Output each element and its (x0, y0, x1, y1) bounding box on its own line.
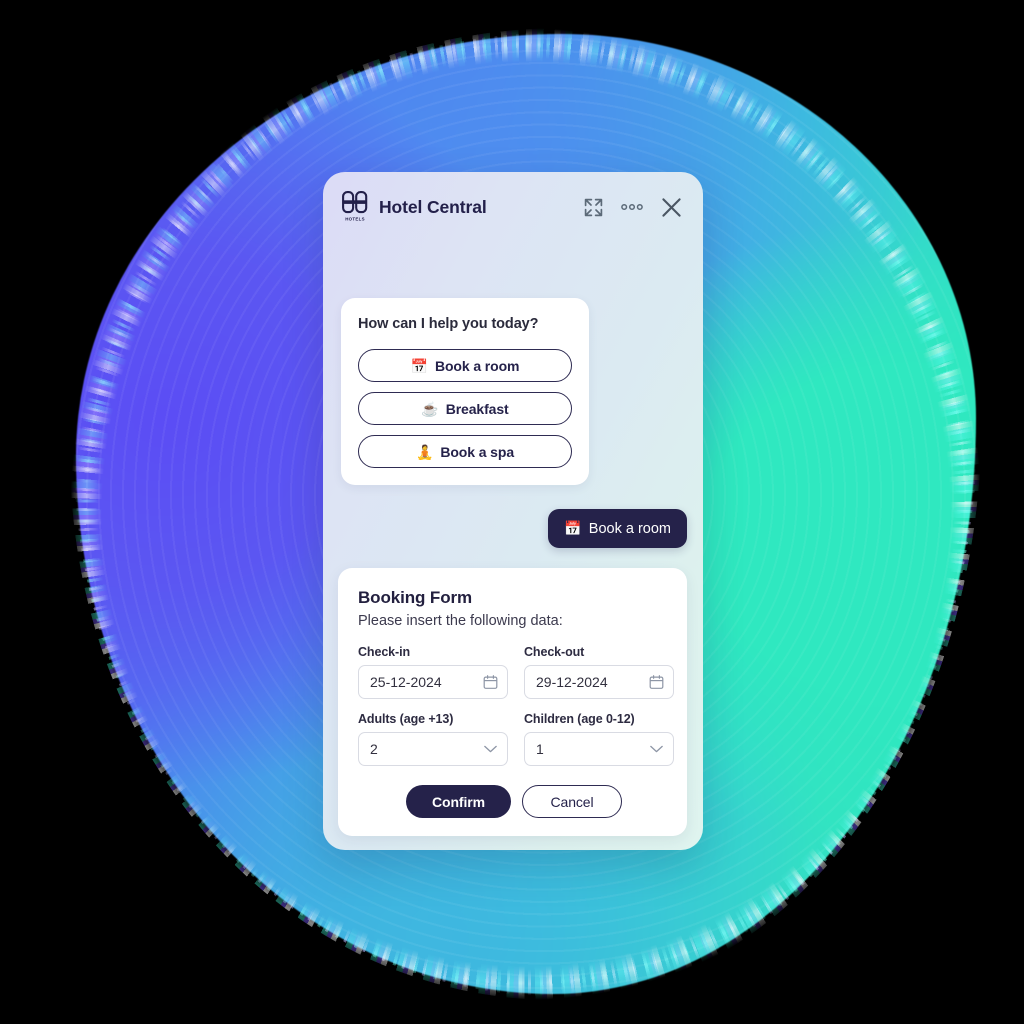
suggestion-chip-label: Breakfast (445, 400, 509, 417)
bot-suggestion-card: How can I help you today? 📅 Book a room … (341, 298, 589, 485)
field-label-check-in: Check-in (358, 645, 410, 659)
confirm-button[interactable]: Confirm (406, 785, 511, 818)
expand-icon[interactable] (583, 197, 604, 218)
booking-form-title: Booking Form (358, 588, 473, 607)
check-out-value: 29-12-2024 (536, 674, 608, 690)
check-in-date-input[interactable]: 25-12-2024 (358, 665, 508, 699)
check-out-date-input[interactable]: 29-12-2024 (524, 665, 674, 699)
booking-form-subtitle: Please insert the following data: (358, 613, 563, 629)
booking-form-fields: Check-in 25-12-2024 Check-out 29-12-2024… (358, 645, 674, 766)
suggestion-chip-book-a-spa[interactable]: 🧘 Book a spa (358, 435, 572, 468)
suggestion-chip-breakfast[interactable]: ☕ Breakfast (358, 392, 572, 425)
check-in-value: 25-12-2024 (370, 674, 442, 690)
more-options-icon[interactable] (621, 203, 643, 211)
chevron-down-icon[interactable] (483, 744, 498, 754)
lotus-position-emoji: 🧘 (415, 443, 434, 460)
field-check-out: Check-out 29-12-2024 (524, 645, 674, 699)
user-message-bubble: 📅 Book a room (548, 509, 687, 548)
svg-text:HOTELS: HOTELS (345, 216, 365, 221)
children-select[interactable]: 1 (524, 732, 674, 766)
suggestion-chip-label: Book a spa (440, 443, 515, 460)
field-label-adults: Adults (age +13) (358, 712, 454, 726)
calendar-icon[interactable] (483, 675, 498, 690)
booking-form-card: Booking Form Please insert the following… (338, 568, 687, 836)
brand-name: Hotel Central (379, 196, 487, 217)
suggestion-chip-book-a-room[interactable]: 📅 Book a room (358, 349, 572, 382)
field-label-children: Children (age 0-12) (524, 712, 635, 726)
brand: HOTELS Hotel Central (342, 191, 487, 223)
bot-card-title: How can I help you today? (358, 316, 539, 332)
adults-select[interactable]: 2 (358, 732, 508, 766)
field-check-in: Check-in 25-12-2024 (358, 645, 508, 699)
screenshot-canvas: HOTELS Hotel Central How can I help you … (0, 0, 1024, 1024)
cancel-button[interactable]: Cancel (522, 785, 622, 818)
user-message-text: Book a room (588, 520, 671, 537)
header-actions (583, 196, 683, 219)
field-children: Children (age 0-12) 1 (524, 712, 674, 766)
hotel-logo-icon: HOTELS (342, 191, 368, 221)
coffee-emoji: ☕ (421, 400, 439, 417)
field-adults: Adults (age +13) 2 (358, 712, 508, 766)
widget-header: HOTELS Hotel Central (323, 172, 703, 242)
calendar-icon[interactable] (649, 675, 664, 690)
children-value: 1 (536, 741, 544, 757)
suggestion-chip-label: Book a room (434, 357, 520, 374)
field-label-check-out: Check-out (524, 645, 585, 659)
booking-form-actions: Confirm Cancel (358, 785, 667, 818)
calendar-emoji: 📅 (410, 357, 428, 374)
chevron-down-icon[interactable] (649, 744, 664, 754)
close-icon[interactable] (660, 196, 683, 219)
calendar-emoji: 📅 (564, 520, 582, 536)
adults-value: 2 (370, 741, 378, 757)
chat-widget-panel: HOTELS Hotel Central How can I help you … (323, 172, 703, 850)
